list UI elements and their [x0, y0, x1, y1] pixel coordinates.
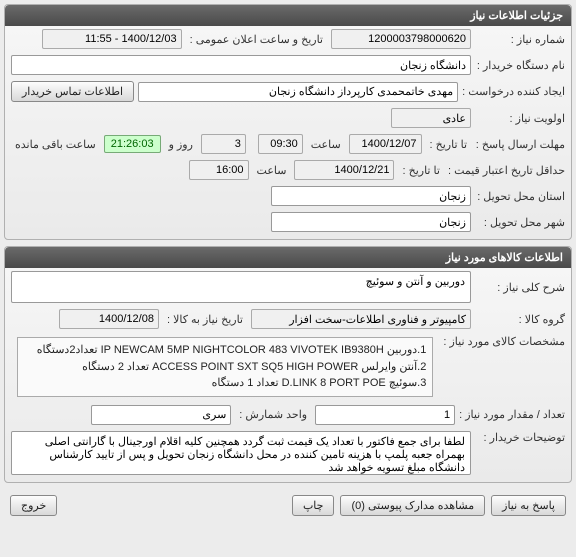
priority-value: عادی: [391, 108, 471, 128]
general-desc-textarea[interactable]: دوربین و آنتن و سوئیچ: [11, 271, 471, 303]
specs-line-2: 2.آنتن وایرلس ACCESS POINT SXT SQ5 HIGH …: [24, 359, 426, 376]
price-validity-label: حداقل تاریخ اعتبار قیمت :: [448, 164, 565, 177]
creator-label: ایجاد کننده درخواست :: [462, 85, 565, 98]
group-value: کامپیوتر و فناوری اطلاعات-سخت افزار: [251, 309, 471, 329]
goods-info-panel: اطلاعات کالاهای مورد نیاز شرح کلی نیاز :…: [4, 246, 572, 483]
creator-input[interactable]: [138, 82, 458, 102]
attachments-button[interactable]: مشاهده مدارک پیوستی (0): [340, 495, 485, 516]
time-label-2: ساعت: [253, 164, 291, 177]
need-date-value: 1400/12/08: [59, 309, 159, 329]
deadline-send-label: مهلت ارسال پاسخ :: [475, 138, 565, 151]
unit-label: واحد شمارش :: [235, 408, 311, 421]
contact-buyer-button[interactable]: اطلاعات تماس خریدار: [11, 81, 134, 102]
countdown-timer: 21:26:03: [104, 135, 161, 153]
province-label: استان محل تحویل :: [475, 190, 565, 203]
deadline-time: 09:30: [258, 134, 303, 154]
footer-buttons: پاسخ به نیاز مشاهده مدارک پیوستی (0) چاپ…: [4, 489, 572, 522]
city-input[interactable]: [271, 212, 471, 232]
province-input[interactable]: [271, 186, 471, 206]
remaining-label: ساعت باقی مانده: [11, 138, 100, 151]
to-date-label-1: تا تاریخ :: [426, 138, 471, 151]
group-label: گروه کالا :: [475, 313, 565, 326]
unit-input[interactable]: [91, 405, 231, 425]
specs-line-3: 3.سوئیچ D.LINK 8 PORT POE تعداد 1 دستگاه: [24, 375, 426, 392]
need-no-value: 1200003798000620: [331, 29, 471, 49]
buyer-notes-textarea[interactable]: لطفا برای جمع فاکتور با تعداد یک قیمت ثب…: [11, 431, 471, 475]
need-no-label: شماره نیاز :: [475, 33, 565, 46]
announce-label: تاریخ و ساعت اعلان عمومی :: [186, 33, 327, 46]
need-date-label: تاریخ نیاز به کالا :: [163, 313, 247, 326]
specs-box: 1.دوربین IP NEWCAM 5MP NIGHTCOLOR 483 VI…: [17, 337, 433, 397]
buyer-input[interactable]: [11, 55, 471, 75]
city-label: شهر محل تحویل :: [475, 216, 565, 229]
exit-button[interactable]: خروج: [10, 495, 57, 516]
general-desc-label: شرح کلی نیاز :: [475, 281, 565, 294]
panel1-header: جزئیات اطلاعات نیاز: [5, 5, 571, 26]
to-date-label-2: تا تاریخ :: [398, 164, 443, 177]
price-validity-date: 1400/12/21: [294, 160, 394, 180]
announce-value: 1400/12/03 - 11:55: [42, 29, 182, 49]
time-label-1: ساعت: [307, 138, 345, 151]
deadline-date: 1400/12/07: [349, 134, 422, 154]
specs-line-1: 1.دوربین IP NEWCAM 5MP NIGHTCOLOR 483 VI…: [24, 342, 426, 359]
buyer-label: نام دستگاه خریدار :: [475, 59, 565, 72]
specs-label: مشخصات کالای مورد نیاز :: [443, 335, 565, 348]
need-details-panel: جزئیات اطلاعات نیاز شماره نیاز : 1200003…: [4, 4, 572, 240]
price-validity-time: 16:00: [189, 160, 249, 180]
qty-label: تعداد / مقدار مورد نیاز :: [459, 408, 565, 421]
reply-button[interactable]: پاسخ به نیاز: [491, 495, 566, 516]
priority-label: اولویت نیاز :: [475, 112, 565, 125]
buyer-notes-label: توضیحات خریدار :: [475, 431, 565, 444]
panel2-header: اطلاعات کالاهای مورد نیاز: [5, 247, 571, 268]
days-value: 3: [201, 134, 246, 154]
days-label: روز و: [165, 138, 197, 151]
qty-input[interactable]: [315, 405, 455, 425]
print-button[interactable]: چاپ: [292, 495, 335, 516]
